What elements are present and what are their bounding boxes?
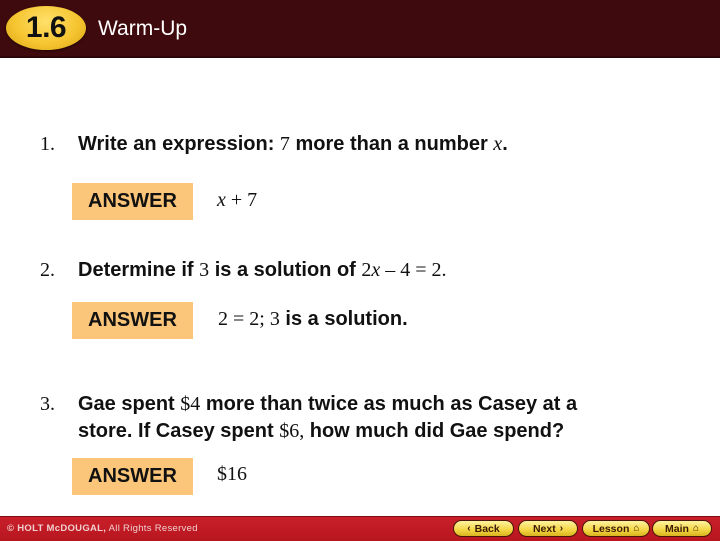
footer-bar: © HOLT McDOUGAL, All Rights Reserved ‹ B… xyxy=(0,516,720,541)
chevron-right-icon: › xyxy=(559,523,564,534)
answer-button-3[interactable]: ANSWER xyxy=(72,458,193,495)
answer-button-2[interactable]: ANSWER xyxy=(72,302,193,339)
question-1: 1. Write an expression: 7 more than a num… xyxy=(40,133,508,155)
answer-value-1: x + 7 xyxy=(217,189,258,211)
question-3: 3. Gae spent $4 more than twice as much a… xyxy=(40,393,578,442)
question-number: 2. xyxy=(40,259,55,281)
back-button[interactable]: ‹ Back xyxy=(453,520,514,537)
copyright-notice: © HOLT McDOUGAL, All Rights Reserved xyxy=(7,523,198,534)
lesson-button[interactable]: Lesson ⌂ xyxy=(582,520,650,537)
section-badge: 1.6 xyxy=(6,6,86,50)
main-button[interactable]: Main ⌂ xyxy=(652,520,712,537)
answer-button-1[interactable]: ANSWER xyxy=(72,183,193,220)
question-number: 1. xyxy=(40,133,55,155)
chevron-left-icon: ‹ xyxy=(467,523,471,534)
next-button[interactable]: Next › xyxy=(518,520,578,537)
answer-value-2: 2 = 2; 3 is a solution. xyxy=(218,308,408,330)
header-bar: 1.6 Warm-Up xyxy=(0,0,720,58)
home-icon: ⌂ xyxy=(692,523,699,534)
home-icon: ⌂ xyxy=(633,523,640,534)
question-2: 2. Determine if 3 is a solution of 2x – 4… xyxy=(40,259,447,281)
page-title: Warm-Up xyxy=(98,17,188,40)
question-number: 3. xyxy=(40,393,55,415)
answer-value-3: $16 xyxy=(217,463,247,485)
